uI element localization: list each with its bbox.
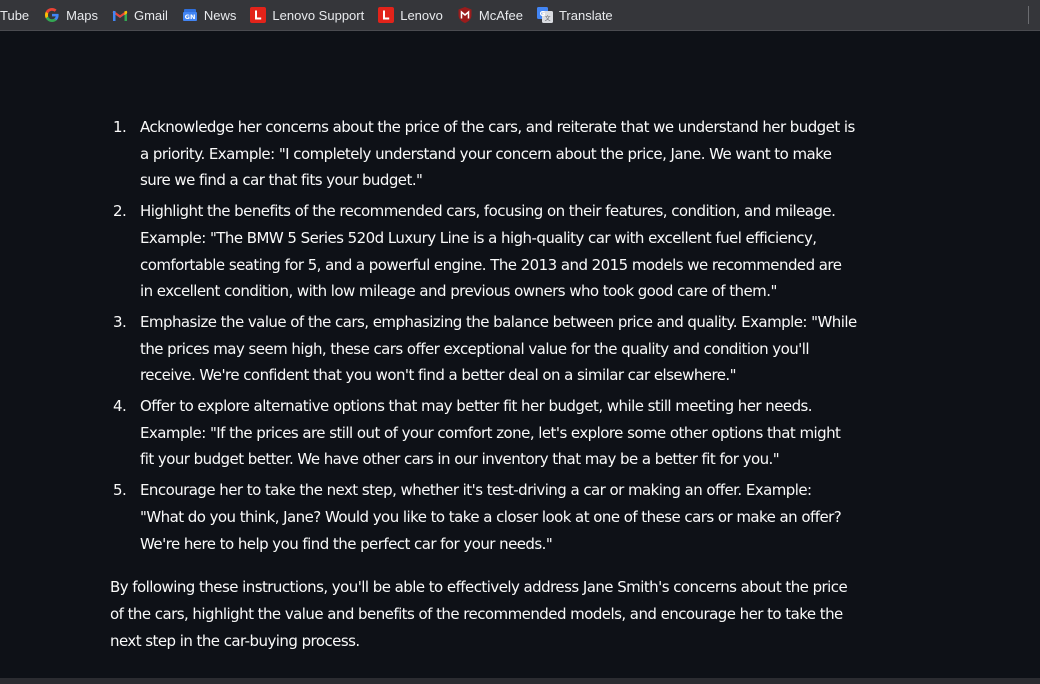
- bookmark-youtube[interactable]: Tube: [0, 0, 29, 30]
- svg-text:文: 文: [545, 15, 551, 23]
- list-item-text: Encourage her to take the next step, whe…: [140, 481, 842, 553]
- bookmark-news[interactable]: GN News: [182, 0, 237, 30]
- list-item-number: 1.: [113, 118, 127, 136]
- lenovo-icon: [250, 7, 267, 23]
- translate-icon: G 文: [536, 7, 553, 23]
- list-item-number: 2.: [113, 202, 127, 221]
- bookmark-lenovo-support[interactable]: Lenovo Support: [250, 0, 364, 30]
- bookmark-mcafee[interactable]: McAfee: [457, 0, 523, 30]
- bookmark-label: News: [203, 7, 237, 23]
- bookmarks-bar: Tube Maps Gmail GN News Lenovo Support L…: [0, 0, 1040, 31]
- assistant-message: 1. Acknowledge her concerns about the pr…: [110, 114, 858, 654]
- bottom-scrollbar-track[interactable]: [0, 678, 1040, 684]
- gmail-icon: [112, 7, 128, 23]
- bookmarks-bar-divider: [1028, 6, 1029, 24]
- bookmark-label: McAfee: [478, 7, 523, 23]
- list-item: 5. Encourage her to take the next step, …: [113, 477, 858, 557]
- list-item-text: Emphasize the value of the cars, emphasi…: [140, 312, 857, 385]
- steps-list: 1. Acknowledge her concerns about the pr…: [110, 114, 858, 557]
- bookmark-label: Gmail: [133, 7, 168, 23]
- bookmark-translate[interactable]: G 文 Translate: [536, 0, 613, 30]
- list-item-text: Acknowledge her concerns about the price…: [140, 118, 855, 190]
- list-item-text: Offer to explore alternative options tha…: [140, 397, 841, 469]
- google-icon: [44, 7, 60, 23]
- bookmark-lenovo[interactable]: Lenovo: [378, 0, 443, 30]
- bookmark-maps[interactable]: Maps: [44, 0, 98, 30]
- bookmark-label: Maps: [66, 7, 98, 23]
- svg-text:GN: GN: [185, 13, 196, 21]
- news-icon: GN: [182, 7, 198, 23]
- list-item-number: 5.: [113, 481, 127, 500]
- list-item: 4. Offer to explore alternative options …: [113, 393, 858, 473]
- list-item: 1. Acknowledge her concerns about the pr…: [113, 114, 858, 194]
- list-item: 2. Highlight the benefits of the recomme…: [113, 198, 858, 305]
- bookmark-label: Lenovo: [400, 7, 443, 23]
- list-item: 3. Emphasize the value of the cars, emph…: [113, 309, 858, 389]
- bookmark-label: Tube: [0, 7, 30, 23]
- mcafee-icon: [457, 7, 473, 23]
- bookmark-gmail[interactable]: Gmail: [112, 0, 168, 30]
- lenovo-icon: [378, 7, 395, 23]
- list-item-number: 3.: [113, 312, 127, 331]
- chat-content-area: 1. Acknowledge her concerns about the pr…: [0, 32, 1040, 678]
- summary-paragraph: By following these instructions, you'll …: [110, 578, 848, 650]
- list-item-number: 4.: [113, 397, 127, 416]
- bookmark-label: Lenovo Support: [272, 7, 365, 23]
- list-item-text: Highlight the benefits of the recommende…: [140, 202, 842, 301]
- bookmark-label: Translate: [558, 7, 613, 23]
